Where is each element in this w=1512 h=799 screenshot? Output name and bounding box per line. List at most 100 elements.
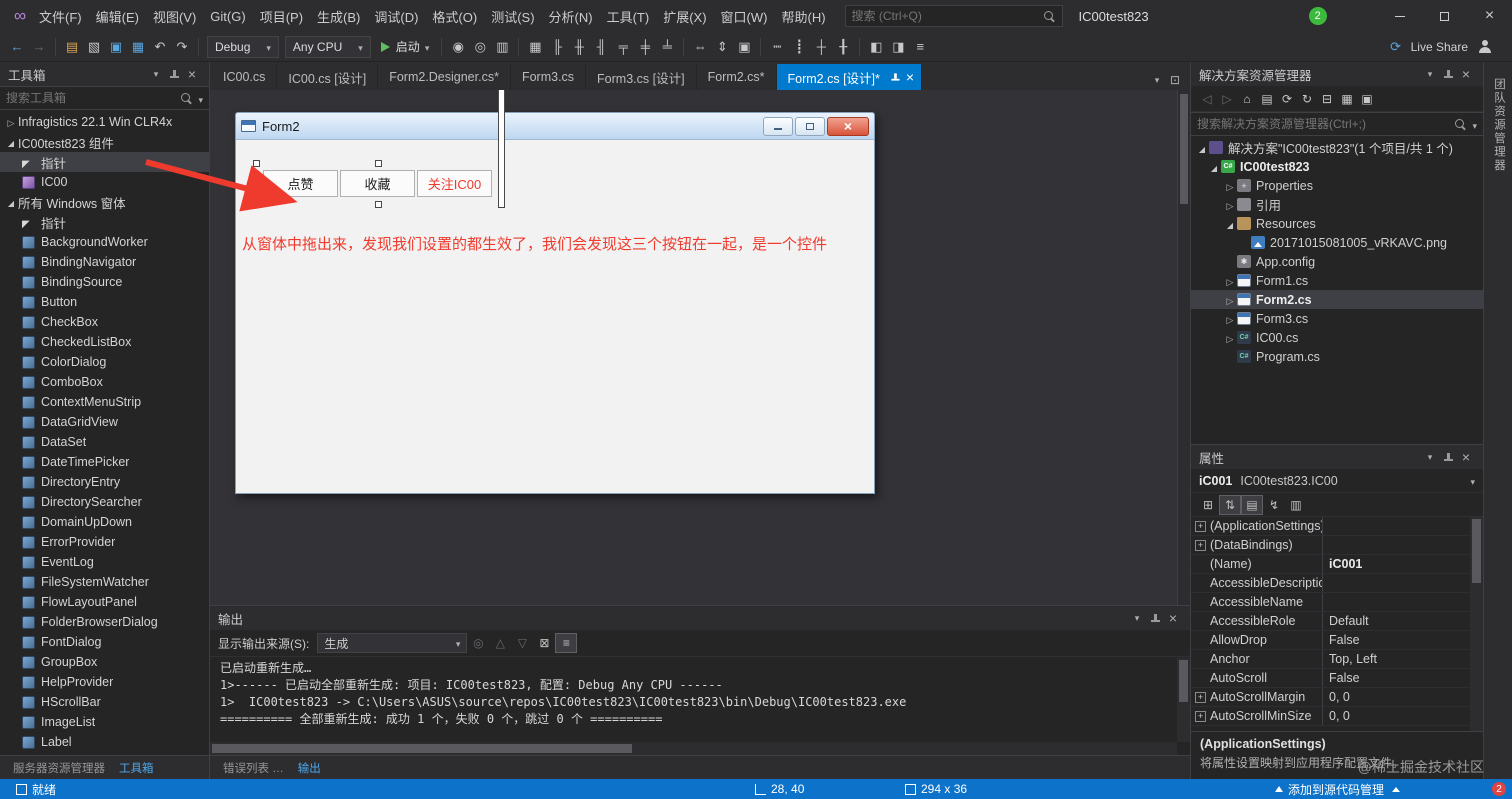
tree-row-properties[interactable]: Properties <box>1191 176 1483 195</box>
attach-icon[interactable]: ◉ <box>447 36 469 58</box>
search-input[interactable] <box>851 9 1043 23</box>
properties-vertical-scrollbar[interactable] <box>1470 517 1483 731</box>
close-icon[interactable] <box>183 67 201 81</box>
toolbox-item-button[interactable]: Button <box>0 292 209 312</box>
add-to-source-control-button[interactable]: 添加到源代码管理 <box>1274 779 1400 799</box>
window-menu-icon[interactable] <box>1421 452 1439 463</box>
align-middles-icon[interactable]: ╪ <box>634 36 656 58</box>
align-to-grid-icon[interactable]: ▦ <box>524 36 546 58</box>
toolbox-item-groupbox[interactable]: GroupBox <box>0 652 209 672</box>
toolbox-item-fontdialog[interactable]: FontDialog <box>0 632 209 652</box>
live-share-button[interactable]: ⟳ Live Share <box>1385 36 1506 58</box>
favorite-button[interactable]: 收藏 <box>340 170 415 197</box>
form2-client-area[interactable]: 点赞 收藏 关注IC00 从窗体中拖出来，发现我们设置的都生效了，我们会发现这三… <box>236 90 874 493</box>
maximize-button[interactable] <box>1422 0 1467 32</box>
properties-view-icon[interactable]: ▤ <box>1241 494 1263 515</box>
window-menu-icon[interactable] <box>147 69 165 80</box>
categorized-icon[interactable]: ⊞ <box>1197 495 1219 515</box>
toolbox-item-hscrollbar[interactable]: HScrollBar <box>0 692 209 712</box>
property-row[interactable]: AutoScrollMargin0, 0 <box>1191 688 1483 707</box>
center-vertically-icon[interactable]: ╂ <box>832 36 854 58</box>
new-file-icon[interactable]: ▤ <box>61 36 83 58</box>
nav-back-icon[interactable]: ← <box>6 36 28 58</box>
pin-icon[interactable] <box>1442 68 1454 80</box>
toolbox-group-infragistics[interactable]: Infragistics 22.1 Win CLR4x <box>0 112 209 132</box>
scrollbar-thumb[interactable] <box>1472 519 1481 583</box>
tab-error-list[interactable]: 错误列表 … <box>216 757 291 779</box>
tab-server-explorer[interactable]: 服务器资源管理器 <box>6 757 112 779</box>
vertical-spacing-icon[interactable]: ┋ <box>788 36 810 58</box>
close-icon[interactable] <box>1164 611 1182 625</box>
same-height-icon[interactable]: ⇕ <box>711 36 733 58</box>
team-explorer-vertical-tab[interactable]: 团队资源管理器 <box>1491 74 1507 173</box>
nav-forward-icon[interactable]: → <box>28 36 50 58</box>
tree-row-references[interactable]: 引用 <box>1191 195 1483 214</box>
tab-form2-cs-design[interactable]: Form2.cs [设计]* <box>776 64 923 90</box>
menu-window[interactable]: 窗口(W) <box>714 3 775 30</box>
property-row[interactable]: AutoScrollMinSize0, 0 <box>1191 707 1483 726</box>
properties-icon[interactable]: ▣ <box>1357 89 1377 109</box>
toolbox-item-contextmenustrip[interactable]: ContextMenuStrip <box>0 392 209 412</box>
align-lefts-icon[interactable]: ╟ <box>546 36 568 58</box>
property-row[interactable]: (ApplicationSettings) <box>1191 517 1483 536</box>
tree-row-ic00[interactable]: IC00.cs <box>1191 328 1483 347</box>
show-all-files-icon[interactable]: ▦ <box>1337 89 1357 109</box>
align-centers-icon[interactable]: ╫ <box>568 36 590 58</box>
tree-row-form2[interactable]: Form2.cs <box>1191 290 1483 309</box>
tab-order-icon[interactable]: ≡ <box>909 36 931 58</box>
menu-file[interactable]: 文件(F) <box>32 3 89 30</box>
toolbox-item-eventlog[interactable]: EventLog <box>0 552 209 572</box>
refresh-icon[interactable]: ↻ <box>1297 89 1317 109</box>
property-row[interactable]: AllowDrop False <box>1191 631 1483 650</box>
object-selector-dropdown[interactable]: iC001 IC00test823.IC00 <box>1191 469 1483 493</box>
property-row[interactable]: AccessibleRole Default <box>1191 612 1483 631</box>
pin-icon[interactable] <box>1442 451 1454 463</box>
toolbox-item-bindingnavigator[interactable]: BindingNavigator <box>0 252 209 272</box>
expand-icon[interactable] <box>1195 710 1206 722</box>
tree-row-project[interactable]: IC00test823 <box>1191 157 1483 176</box>
switch-views-icon[interactable]: ▤ <box>1257 89 1277 109</box>
property-pages-icon[interactable]: ▥ <box>1285 495 1307 515</box>
toolbox-item-bindingsource[interactable]: BindingSource <box>0 272 209 292</box>
toolbox-item-directoryentry[interactable]: DirectoryEntry <box>0 472 209 492</box>
property-row[interactable]: AccessibleName <box>1191 593 1483 612</box>
save-all-icon[interactable]: ▦ <box>127 36 149 58</box>
menu-edit[interactable]: 编辑(E) <box>89 3 146 30</box>
toolbox-item-combobox[interactable]: ComboBox <box>0 372 209 392</box>
goto-next-message-icon[interactable]: ▽ <box>511 633 533 653</box>
output-log[interactable]: 已启动重新生成… 1>------ 已启动全部重新生成: 项目: IC00test… <box>210 657 1190 755</box>
output-vertical-scrollbar[interactable] <box>1177 658 1190 742</box>
horizontal-spacing-icon[interactable]: ┉ <box>766 36 788 58</box>
tab-list-icon[interactable] <box>1148 70 1166 90</box>
menu-view[interactable]: 视图(V) <box>146 3 203 30</box>
find-icon[interactable]: ◎ <box>469 36 491 58</box>
toolbox-item-dataset[interactable]: DataSet <box>0 432 209 452</box>
tab-form2-designer-cs[interactable]: Form2.Designer.cs* <box>378 64 511 90</box>
align-bottoms-icon[interactable]: ╧ <box>656 36 678 58</box>
tree-row-program[interactable]: Program.cs <box>1191 347 1483 366</box>
notification-badge[interactable]: 2 <box>1492 782 1506 796</box>
scrollbar-thumb[interactable] <box>1180 94 1188 204</box>
toolbox-item-datetimepicker[interactable]: DateTimePicker <box>0 452 209 472</box>
tree-row-app-config[interactable]: App.config <box>1191 252 1483 271</box>
expand-icon[interactable] <box>1195 691 1206 703</box>
align-rights-icon[interactable]: ╢ <box>590 36 612 58</box>
clear-all-icon[interactable]: ⊠ <box>533 633 555 653</box>
property-row[interactable]: AccessibleDescription <box>1191 574 1483 593</box>
menu-format[interactable]: 格式(O) <box>425 3 484 30</box>
same-width-icon[interactable]: ⇔ <box>689 36 711 58</box>
property-row[interactable]: AutoScroll False <box>1191 669 1483 688</box>
toolbox-item-pointer[interactable]: 指针 <box>0 212 209 232</box>
resize-handle[interactable] <box>498 90 505 208</box>
redo-icon[interactable]: ↷ <box>171 36 193 58</box>
goto-prev-message-icon[interactable]: △ <box>489 633 511 653</box>
pin-icon[interactable] <box>889 72 900 83</box>
output-horizontal-scrollbar[interactable] <box>210 742 1177 755</box>
toolbox-item-checkbox[interactable]: CheckBox <box>0 312 209 332</box>
home-icon[interactable]: ⌂ <box>1237 89 1257 109</box>
expand-icon[interactable] <box>1195 520 1206 532</box>
pin-icon[interactable] <box>1149 612 1161 624</box>
toolbox-item-label[interactable]: Label <box>0 732 209 752</box>
tree-row-solution[interactable]: 解决方案"IC00test823"(1 个项目/共 1 个) <box>1191 138 1483 157</box>
form2-design-window[interactable]: Form2 点赞 收藏 关注IC00 <box>235 90 875 494</box>
